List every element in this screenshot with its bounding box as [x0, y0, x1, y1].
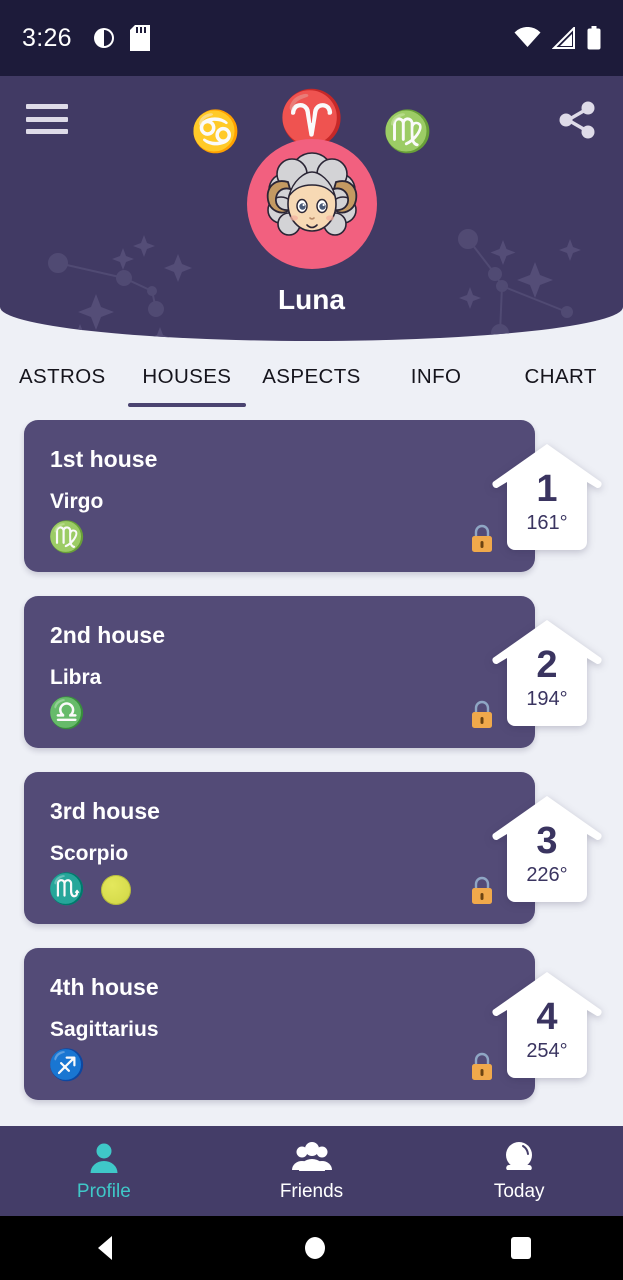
house-card[interactable]: 1st house Virgo ♍ 1 161° [24, 420, 602, 572]
zodiac-glyph-icon: ♐ [48, 1049, 86, 1082]
house-degree: 161° [526, 512, 568, 534]
house-number-badge: 4 254° [491, 970, 603, 1080]
house-title: 4th house [50, 974, 159, 1000]
house-title: 1st house [50, 446, 158, 472]
bottom-navigation-bar: Profile Friends Today [0, 1126, 623, 1216]
sign-glyph-cancer[interactable]: ♋ [191, 90, 241, 152]
profile-header: ♋ ♈ ♍ Luna [0, 76, 623, 341]
house-glyph-row: ♍ [48, 523, 85, 553]
brightness-icon [93, 28, 114, 48]
house-title: 2nd house [50, 622, 166, 648]
person-icon [90, 1143, 118, 1173]
house-degree: 254° [526, 1040, 568, 1062]
house-number-badge: 3 226° [491, 794, 603, 904]
tab-chart[interactable]: CHART [498, 341, 623, 413]
tab-aspects[interactable]: ASPECTS [249, 341, 374, 413]
tab-astros[interactable]: ASTROS [0, 341, 125, 413]
house-glyph-row: ♎ [48, 699, 85, 729]
house-degree: 226° [526, 864, 568, 886]
house-number: 3 [536, 820, 558, 862]
wifi-icon [514, 27, 541, 47]
home-button[interactable] [300, 1233, 330, 1263]
house-glyph-row: ♐ [48, 1051, 85, 1081]
status-bar-notification-icons [92, 25, 150, 51]
back-button[interactable] [89, 1233, 123, 1263]
house-degree: 194° [526, 688, 568, 710]
recents-button[interactable] [507, 1234, 535, 1262]
house-card[interactable]: 2nd house Libra ♎ 2 194° [24, 596, 602, 748]
crystal-ball-icon [506, 1141, 533, 1170]
status-bar-system-icons [514, 26, 601, 50]
house-number: 1 [536, 468, 558, 510]
profile-name: Luna [278, 284, 345, 315]
house-number: 4 [536, 996, 558, 1038]
house-number: 2 [536, 644, 558, 686]
status-bar: 3:26 [0, 0, 623, 76]
house-number-badge: 2 194° [491, 618, 603, 728]
status-bar-clock: 3:26 [22, 23, 72, 52]
house-sign-name: Sagittarius [50, 1018, 159, 1041]
sd-card-icon [129, 25, 150, 51]
cellular-signal-icon [552, 27, 575, 49]
house-sign-name: Scorpio [50, 842, 129, 865]
tab-info[interactable]: INFO [374, 341, 499, 413]
house-sign-name: Virgo [50, 490, 104, 513]
battery-icon [587, 26, 601, 50]
aries-ram-avatar-icon [246, 139, 377, 269]
nav-label-profile: Profile [76, 1180, 131, 1202]
sign-glyph-aries[interactable]: ♈ [279, 90, 345, 145]
zodiac-glyph-icon: ♏ [48, 873, 86, 906]
nav-label-friends: Friends [279, 1180, 344, 1202]
planet-dot-icon[interactable] [101, 875, 132, 905]
zodiac-glyph-icon: ♎ [48, 697, 86, 730]
house-card[interactable]: 3rd house Scorpio ♏ 3 226° [24, 772, 602, 924]
house-glyph-row: ♏ [48, 873, 132, 906]
app-root: 3:26 ♋ ♈ ♍ Luna ASTROS HOUSES ASPECTS IN… [0, 0, 623, 1280]
avatar[interactable] [246, 138, 378, 275]
people-group-icon [291, 1141, 332, 1171]
tab-houses[interactable]: HOUSES [125, 341, 250, 413]
house-list[interactable]: 1st house Virgo ♍ 1 161° 2nd house Libra [0, 420, 623, 1126]
house-sign-name: Libra [50, 666, 102, 689]
nav-item-today[interactable]: Today [415, 1140, 623, 1203]
house-card[interactable]: 4th house Sagittarius ♐ 4 254° [24, 948, 602, 1100]
nav-item-friends[interactable]: Friends [208, 1140, 416, 1203]
house-number-badge: 1 161° [491, 442, 603, 552]
nav-item-profile[interactable]: Profile [0, 1140, 208, 1203]
house-title: 3rd house [50, 798, 160, 824]
android-system-nav [0, 1216, 623, 1280]
sign-glyph-virgo[interactable]: ♍ [383, 90, 433, 152]
nav-label-today: Today [493, 1180, 545, 1202]
zodiac-glyph-icon: ♍ [48, 521, 86, 554]
tab-bar: ASTROS HOUSES ASPECTS INFO CHART [0, 341, 623, 413]
